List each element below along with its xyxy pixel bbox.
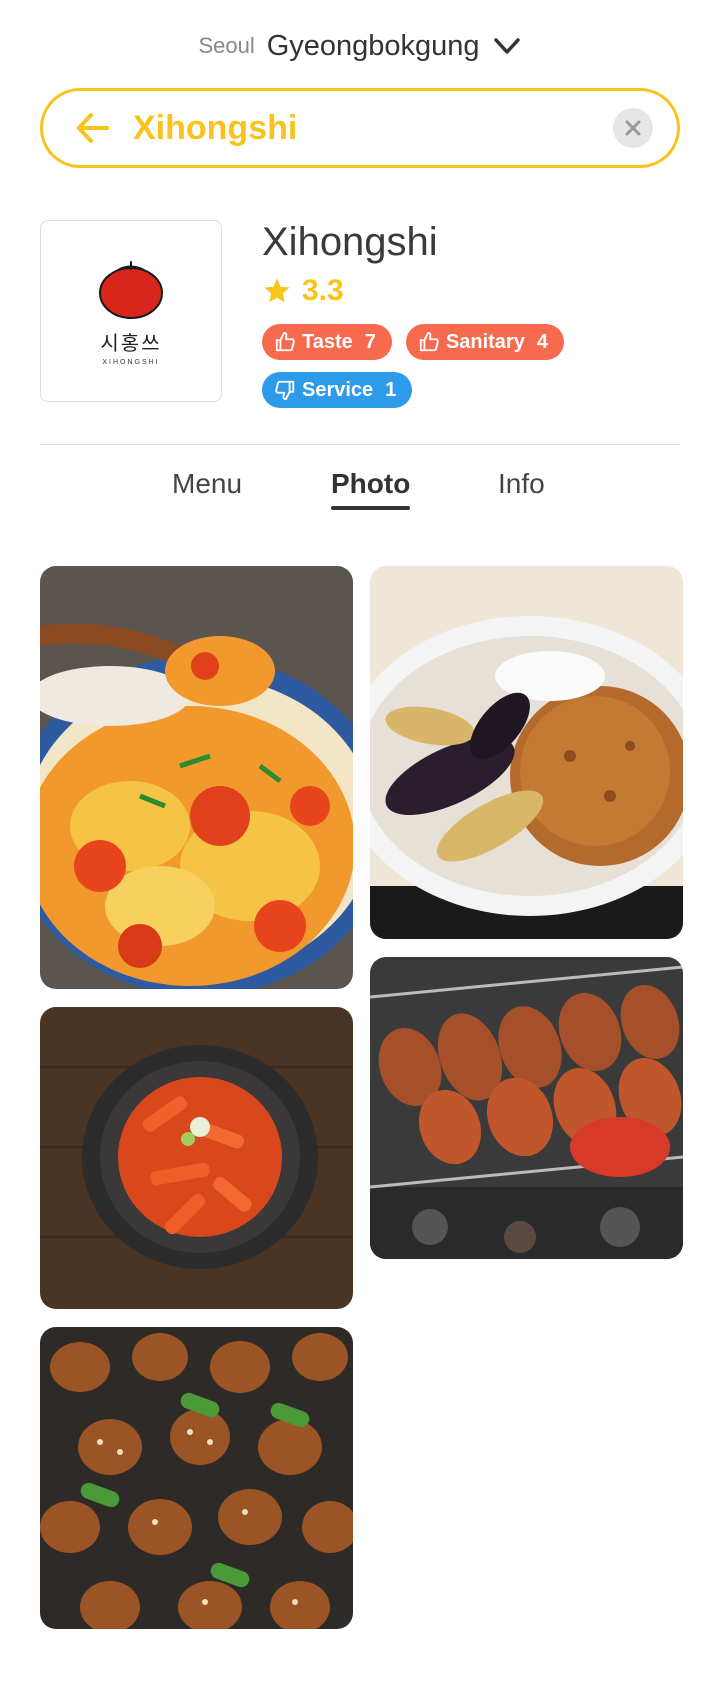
thumbs-up-icon	[419, 331, 439, 352]
city-label: Seoul	[198, 33, 255, 58]
photo-chicken-skewers[interactable]	[40, 1327, 353, 1629]
review-badges: Taste 7 Sanitary 4 Service 1	[262, 324, 602, 408]
badge-sanitary[interactable]: Sanitary 4	[405, 324, 564, 360]
badge-count: 1	[385, 378, 397, 401]
close-icon	[625, 120, 641, 136]
photo-tteokbokki[interactable]	[40, 1007, 353, 1309]
chevron-down-icon[interactable]	[492, 31, 522, 61]
grilled-skewers-image	[370, 957, 683, 1259]
thumbs-up-icon	[275, 331, 295, 352]
restaurant-logo: 시홍쓰 XIHONGSHI	[40, 220, 222, 402]
rating: 3.3	[262, 274, 602, 308]
tab-bar: Menu Photo Info	[0, 468, 720, 518]
photo-eggplant-rice-bowl[interactable]	[370, 566, 683, 939]
clear-search-button[interactable]	[613, 108, 653, 148]
back-arrow-icon[interactable]	[73, 108, 113, 148]
photo-tomato-egg-rice[interactable]	[40, 566, 353, 989]
badge-taste[interactable]: Taste 7	[262, 324, 392, 360]
tomato-egg-rice-image	[40, 566, 353, 989]
badge-service[interactable]: Service 1	[262, 372, 413, 408]
rating-value: 3.3	[302, 274, 344, 307]
badge-count: 7	[364, 330, 376, 353]
badge-label: Taste	[302, 330, 353, 353]
star-icon	[264, 278, 290, 303]
search-bar: Xihongshi	[40, 88, 680, 168]
restaurant-header: 시홍쓰 XIHONGSHI Xihongshi 3.3 Taste 7 Sani…	[40, 220, 680, 408]
chicken-skewers-image	[40, 1327, 353, 1629]
badge-count: 4	[536, 330, 548, 353]
search-input[interactable]: Xihongshi	[133, 109, 613, 148]
restaurant-info: Xihongshi 3.3 Taste 7 Sanitary 4 Service…	[262, 220, 602, 408]
tomato-icon	[99, 260, 163, 319]
district-label: Gyeongbokgung	[266, 29, 480, 62]
eggplant-rice-bowl-image	[370, 566, 683, 939]
photo-grilled-skewers[interactable]	[370, 957, 683, 1259]
badge-label: Sanitary	[445, 330, 525, 353]
thumbs-down-icon	[275, 380, 295, 401]
location-selector[interactable]: Seoul Gyeongbokgung	[0, 24, 720, 68]
logo-korean-text: 시홍쓰	[100, 332, 162, 355]
badge-label: Service	[302, 378, 374, 401]
tab-photo[interactable]: Photo	[331, 468, 411, 510]
restaurant-name: Xihongshi	[262, 220, 438, 264]
tab-info[interactable]: Info	[498, 468, 545, 500]
logo-english-text: XIHONGSHI	[102, 358, 160, 366]
tab-menu[interactable]: Menu	[172, 468, 242, 500]
tteokbokki-image	[40, 1007, 353, 1309]
divider	[40, 444, 680, 445]
